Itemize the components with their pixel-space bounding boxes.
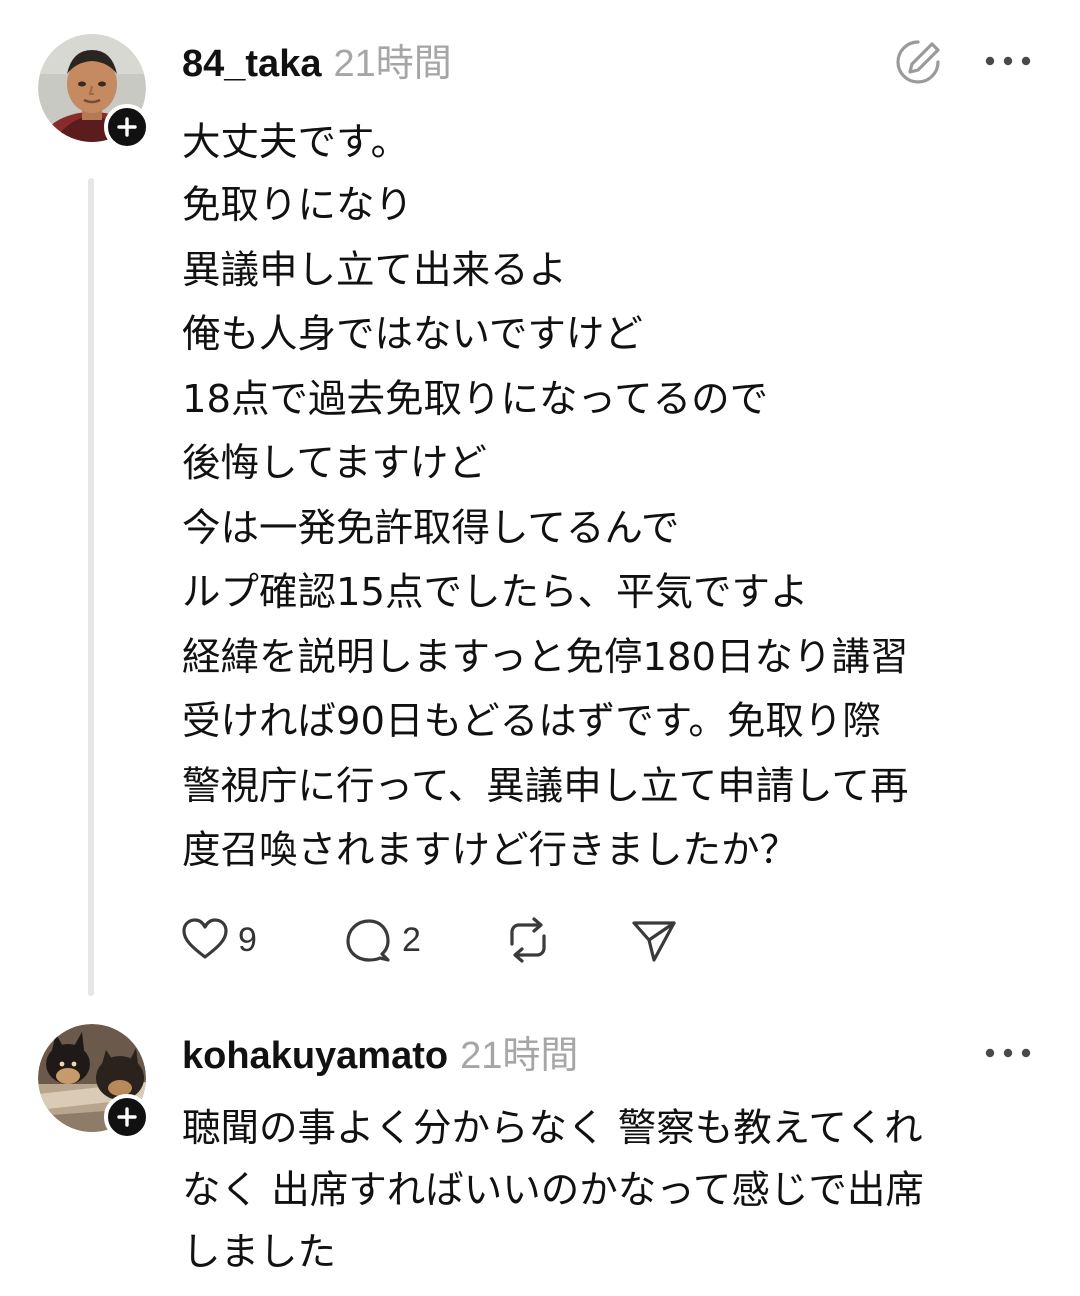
post-body: 大丈夫です。 免取りになり 異議申し立て出来るよ 俺も人身ではないですけど 18… xyxy=(182,112,1062,884)
body-line: しました xyxy=(182,1230,337,1275)
body-line: 度召喚されますけど行きましたか？ xyxy=(182,828,799,873)
post-84-taka: 84_taka 21時間 大丈夫です。 免取りになり 異議申し立て出来るよ 俺も人… xyxy=(0,0,1080,1010)
plus-icon xyxy=(117,1107,137,1127)
post-header: 84_taka 21時間 xyxy=(182,42,452,86)
post-body: 聴聞の事よく分からなく 警察も教えてくれ なく 出席すればいいのかなって感じで出… xyxy=(182,1098,1062,1284)
timestamp: 21時間 xyxy=(333,43,452,85)
body-line: 俺も人身ではないですけど xyxy=(182,312,643,357)
timestamp: 21時間 xyxy=(460,1035,579,1077)
body-line: 今は一発免許取得してるんで xyxy=(182,505,680,551)
post-actions: 9 2 xyxy=(180,910,720,970)
body-line: 後悔してますけど xyxy=(182,441,487,486)
body-line: 大丈夫です。 xyxy=(182,120,410,165)
repost-button[interactable] xyxy=(502,910,554,970)
body-line: 異議申し立て出来るよ xyxy=(182,247,568,293)
edit-icon[interactable] xyxy=(892,36,944,88)
body-line: 経緯を説明しますっと免停180日なり講習 xyxy=(182,634,909,680)
follow-button[interactable] xyxy=(104,104,150,150)
like-button[interactable]: 9 xyxy=(180,910,257,970)
username[interactable]: 84_taka xyxy=(182,43,321,85)
body-line: 受ければ90日もどるはずです。免取り際 xyxy=(182,699,881,744)
body-line: ルプ確認15点でしたら、平気ですよ xyxy=(182,570,809,615)
like-count: 9 xyxy=(238,920,257,959)
reply-count: 2 xyxy=(402,920,421,959)
comment-icon xyxy=(346,919,390,962)
post-header: kohakuyamato 21時間 xyxy=(182,1034,578,1078)
post-kohakuyamato: kohakuyamato 21時間 聴聞の事よく分からなく 警察も教えてくれ なく… xyxy=(0,1010,1080,1296)
username[interactable]: kohakuyamato xyxy=(182,1035,448,1077)
body-line: 免取りになり xyxy=(182,183,414,228)
thread-line xyxy=(88,178,94,996)
body-line: 警視庁に行って、異議申し立て申請して再 xyxy=(182,763,909,809)
plus-icon xyxy=(117,117,137,137)
body-line: なく 出席すればいいのかなって感じで出席 xyxy=(182,1168,924,1213)
body-line: 聴聞の事よく分からなく 警察も教えてくれ xyxy=(182,1106,923,1151)
repost-icon xyxy=(510,917,546,963)
send-icon xyxy=(632,921,676,962)
follow-button[interactable] xyxy=(104,1094,150,1140)
reply-button[interactable]: 2 xyxy=(342,910,421,970)
body-line: 18点で過去免取りになってるので xyxy=(182,376,769,422)
heart-icon xyxy=(182,918,228,959)
more-icon[interactable] xyxy=(982,1038,1034,1068)
share-button[interactable] xyxy=(628,910,680,970)
more-icon[interactable] xyxy=(982,46,1034,76)
